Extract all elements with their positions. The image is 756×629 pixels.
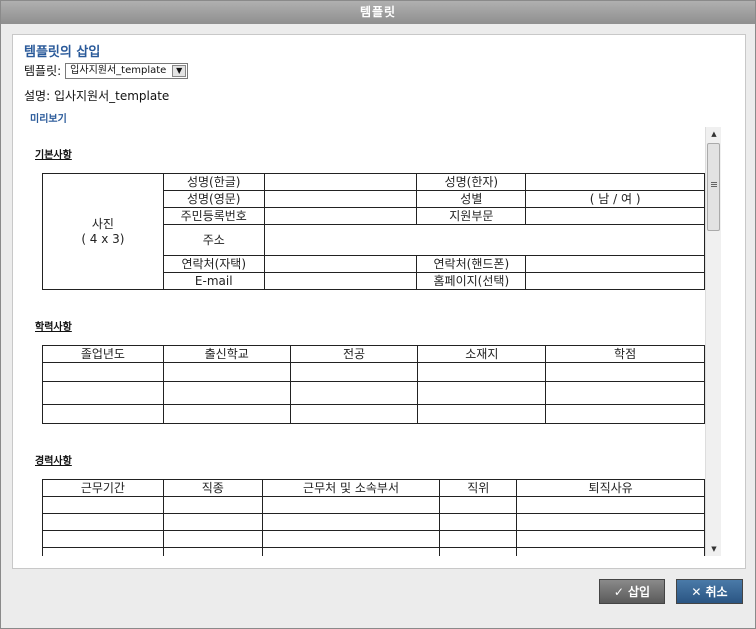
scroll-down-icon[interactable]: ▼ [706,542,722,556]
table-row[interactable] [42,404,705,424]
career-header: 근무처 및 소속부서 [261,479,441,497]
resident-number-label: 주민등록번호 [162,207,265,225]
education-header: 졸업년도 [42,345,164,363]
dialog-title: 템플릿 [1,1,755,24]
template-select[interactable]: 입사지원서_template ▼ [65,62,189,79]
cancel-button[interactable]: ✕ 취소 [676,579,743,604]
resident-number-cell[interactable] [263,207,418,225]
education-header: 학점 [545,345,705,363]
table-row[interactable] [42,513,705,531]
education-table: 졸업년도 출신학교 전공 소재지 학점 [42,345,705,424]
name-korean-label: 성명(한글) [162,173,265,191]
template-panel: 템플릿의 삽입 템플릿: 입사지원서_template ▼ 설명: 입사지원서_… [12,34,746,569]
education-header: 소재지 [417,345,547,363]
photo-size: ( 4 x 3) [81,231,125,246]
basic-info-table: 사진 ( 4 x 3) 성명(한글) 성명(한자) 성명(영문) 성별 ( 남 … [42,173,706,290]
template-dialog: 템플릿 템플릿의 삽입 템플릿: 입사지원서_template ▼ 설명: 입사… [0,0,756,629]
close-icon: ✕ [691,584,702,599]
template-row: 템플릿: 입사지원서_template ▼ [24,62,189,79]
education-header: 출신학교 [162,345,291,363]
scroll-thumb[interactable] [707,143,720,231]
career-header: 직종 [162,479,263,497]
name-hanja-cell[interactable] [525,173,705,191]
grip-icon [711,182,717,183]
phone-home-label: 연락처(자택) [162,255,265,273]
address-label: 주소 [162,224,265,256]
career-header: 직위 [439,479,518,497]
department-label: 지원부문 [416,207,527,225]
name-korean-cell[interactable] [263,173,418,191]
template-description: 설명: 입사지원서_template [24,89,170,103]
check-icon: ✓ [613,584,624,599]
name-english-cell[interactable] [263,190,418,208]
table-row[interactable] [42,530,705,548]
phone-mobile-cell[interactable] [525,255,705,273]
homepage-label: 홈페이지(선택) [416,272,527,290]
chevron-down-icon[interactable]: ▼ [172,64,187,77]
table-row[interactable] [42,547,705,556]
photo-cell: 사진 ( 4 x 3) [42,173,164,290]
name-hanja-label: 성명(한자) [416,173,527,191]
address-cell[interactable] [263,224,706,256]
gender-value: ( 남 / 여 ) [525,190,705,208]
photo-label: 사진 [91,216,114,231]
preview-label: 미리보기 [30,114,67,125]
career-table: 근무기간 직종 근무처 및 소속부서 직위 퇴직사유 [42,479,705,556]
table-row[interactable] [42,381,705,405]
cancel-button-label: 취소 [705,585,728,599]
name-english-label: 성명(영문) [162,190,265,208]
preview-scrollbar[interactable]: ▲ ▼ [705,127,721,556]
department-cell[interactable] [525,207,705,225]
panel-heading: 템플릿의 삽입 [24,45,101,60]
gender-label: 성별 [416,190,527,208]
phone-mobile-label: 연락처(핸드폰) [416,255,527,273]
section-basic-title: 기본사항 [35,150,72,161]
education-header-row: 졸업년도 출신학교 전공 소재지 학점 [42,345,705,363]
table-row[interactable] [42,496,705,514]
preview-area[interactable]: 기본사항 사진 ( 4 x 3) 성명(한글) 성명(한자) 성명(영문) 성별… [30,126,721,556]
template-label: 템플릿: [24,64,62,78]
scroll-up-icon[interactable]: ▲ [706,127,722,141]
insert-button-label: 삽입 [627,585,651,599]
section-education-title: 학력사항 [35,322,72,333]
career-header: 퇴직사유 [516,479,705,497]
career-header-row: 근무기간 직종 근무처 및 소속부서 직위 퇴직사유 [42,479,705,497]
phone-home-cell[interactable] [263,255,418,273]
education-header: 전공 [289,345,419,363]
career-header: 근무기간 [42,479,164,497]
email-label: E-mail [162,272,265,290]
section-career-title: 경력사항 [35,456,72,467]
table-row[interactable] [42,362,705,382]
email-cell[interactable] [263,272,418,290]
homepage-cell[interactable] [525,272,705,290]
insert-button[interactable]: ✓ 삽입 [599,579,665,604]
template-select-value: 입사지원서_template [70,64,167,76]
